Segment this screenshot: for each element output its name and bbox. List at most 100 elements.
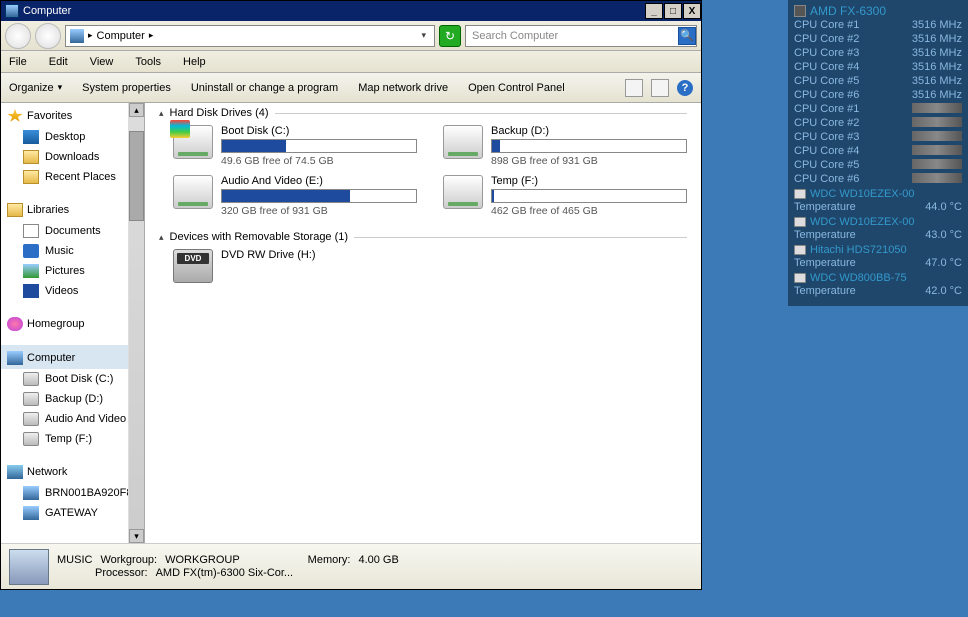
drive-icon	[173, 175, 213, 209]
capacity-bar	[491, 139, 687, 153]
menu-edit[interactable]: Edit	[45, 54, 72, 70]
load-bar	[912, 159, 962, 169]
address-dropdown-icon[interactable]: ▾	[417, 30, 430, 41]
scroll-up-button[interactable]: ▴	[129, 103, 144, 117]
sidebar-item-drive-e[interactable]: Audio And Video	[1, 409, 128, 429]
menu-view[interactable]: View	[86, 54, 118, 70]
computer-icon	[7, 351, 23, 365]
window-title: Computer	[23, 5, 71, 17]
menu-help[interactable]: Help	[179, 54, 210, 70]
favorites-header[interactable]: Favorites	[1, 103, 128, 127]
hard-drive[interactable]: Backup (D:) 898 GB free of 931 GB	[443, 125, 687, 167]
cpu-core-load-row: CPU Core #4	[794, 144, 962, 158]
drive-icon	[23, 372, 39, 386]
libraries-header[interactable]: Libraries	[1, 197, 128, 221]
cmd-organize[interactable]: Organize▾	[9, 82, 62, 94]
help-icon[interactable]: ?	[677, 80, 693, 96]
disk-icon	[794, 217, 806, 227]
disk-temp-row: Temperature44.0 °C	[794, 200, 962, 214]
disk-header: Hitachi HDS721050	[794, 244, 962, 256]
menu-file[interactable]: File	[5, 54, 31, 70]
drive-free-text: 462 GB free of 465 GB	[491, 205, 687, 217]
collapse-icon[interactable]: ▴	[159, 108, 164, 119]
drive-free-text: 320 GB free of 931 GB	[221, 205, 417, 217]
back-button[interactable]	[5, 23, 31, 49]
title-bar[interactable]: Computer _ □ X	[1, 1, 701, 21]
hard-drive[interactable]: Boot Disk (C:) 49.6 GB free of 74.5 GB	[173, 125, 417, 167]
menu-bar: File Edit View Tools Help	[1, 51, 701, 73]
divider	[275, 113, 687, 114]
processor-label: Processor:	[95, 567, 148, 579]
disk-temp-row: Temperature42.0 °C	[794, 284, 962, 298]
minimize-button[interactable]: _	[645, 3, 663, 19]
libraries-icon	[7, 203, 23, 217]
refresh-button[interactable]: ↻	[439, 25, 461, 47]
scroll-thumb[interactable]	[129, 131, 144, 221]
forward-button[interactable]	[35, 23, 61, 49]
sidebar-scrollbar[interactable]: ▴ ▾	[129, 103, 145, 543]
network-header[interactable]: Network	[1, 459, 128, 483]
hard-drive[interactable]: Audio And Video (E:) 320 GB free of 931 …	[173, 175, 417, 217]
disk-icon	[794, 189, 806, 199]
sidebar-item-drive-f[interactable]: Temp (F:)	[1, 429, 128, 449]
explorer-window: Computer _ □ X ▸ Computer ▸ ▾ ↻ Search C…	[0, 0, 702, 590]
drive-icon	[443, 125, 483, 159]
hdd-section-title: Hard Disk Drives (4)	[170, 107, 269, 119]
sidebar-item-videos[interactable]: Videos	[1, 281, 128, 301]
cmd-uninstall[interactable]: Uninstall or change a program	[191, 82, 338, 94]
hdd-section-header[interactable]: ▴ Hard Disk Drives (4)	[159, 107, 687, 119]
sidebar-item-downloads[interactable]: Downloads	[1, 147, 128, 167]
cmd-map-drive[interactable]: Map network drive	[358, 82, 448, 94]
menu-tools[interactable]: Tools	[131, 54, 165, 70]
drive-name: Audio And Video (E:)	[221, 175, 417, 187]
drive-icon	[23, 432, 39, 446]
preview-pane-button[interactable]	[651, 79, 669, 97]
computer-large-icon	[9, 549, 49, 585]
hard-drive[interactable]: Temp (F:) 462 GB free of 465 GB	[443, 175, 687, 217]
desktop-icon	[23, 130, 39, 144]
close-button[interactable]: X	[683, 3, 701, 19]
sidebar-item-desktop[interactable]: Desktop	[1, 127, 128, 147]
breadcrumb[interactable]: Computer	[97, 30, 145, 42]
capacity-bar	[221, 189, 417, 203]
maximize-button[interactable]: □	[664, 3, 682, 19]
sidebar-item-drive-d[interactable]: Backup (D:)	[1, 389, 128, 409]
capacity-bar	[221, 139, 417, 153]
cpu-core-load-row: CPU Core #2	[794, 116, 962, 130]
computer-header[interactable]: Computer	[1, 345, 128, 369]
cmd-system-properties[interactable]: System properties	[82, 82, 171, 94]
cpu-core-mhz-row: CPU Core #23516 MHz	[794, 32, 962, 46]
computer-icon	[23, 486, 39, 500]
homegroup-icon	[7, 317, 23, 331]
drive-icon	[23, 412, 39, 426]
memory-value: 4.00 GB	[358, 554, 398, 566]
cpu-core-mhz-row: CPU Core #13516 MHz	[794, 18, 962, 32]
nav-bar: ▸ Computer ▸ ▾ ↻ Search Computer 🔍	[1, 21, 701, 51]
sidebar-item-music[interactable]: Music	[1, 241, 128, 261]
sidebar-item-pictures[interactable]: Pictures	[1, 261, 128, 281]
star-icon	[7, 109, 23, 123]
drive-name: DVD RW Drive (H:)	[221, 249, 417, 261]
sidebar-item-recent[interactable]: Recent Places	[1, 167, 128, 187]
sidebar-item-documents[interactable]: Documents	[1, 221, 128, 241]
dvd-drive[interactable]: DVD RW Drive (H:)	[173, 249, 417, 283]
address-bar[interactable]: ▸ Computer ▸ ▾	[65, 25, 435, 47]
homegroup-header[interactable]: Homegroup	[1, 311, 128, 335]
collapse-icon[interactable]: ▴	[159, 232, 164, 243]
scroll-down-button[interactable]: ▾	[129, 529, 144, 543]
sidebar-item-drive-c[interactable]: Boot Disk (C:)	[1, 369, 128, 389]
search-input[interactable]: Search Computer 🔍	[465, 25, 697, 47]
chevron-right-icon: ▸	[88, 30, 93, 41]
drive-icon	[173, 125, 213, 159]
sidebar-item-net-0[interactable]: BRN001BA920F8	[1, 483, 128, 503]
sidebar-item-net-1[interactable]: GATEWAY	[1, 503, 128, 523]
view-options-button[interactable]	[625, 79, 643, 97]
search-icon[interactable]: 🔍	[678, 27, 696, 45]
dvd-icon	[173, 249, 213, 283]
computer-icon	[5, 4, 19, 18]
cmd-control-panel[interactable]: Open Control Panel	[468, 82, 565, 94]
removable-section-header[interactable]: ▴ Devices with Removable Storage (1)	[159, 231, 687, 243]
cpu-core-mhz-row: CPU Core #43516 MHz	[794, 60, 962, 74]
disk-header: WDC WD800BB-75	[794, 272, 962, 284]
load-bar	[912, 117, 962, 127]
